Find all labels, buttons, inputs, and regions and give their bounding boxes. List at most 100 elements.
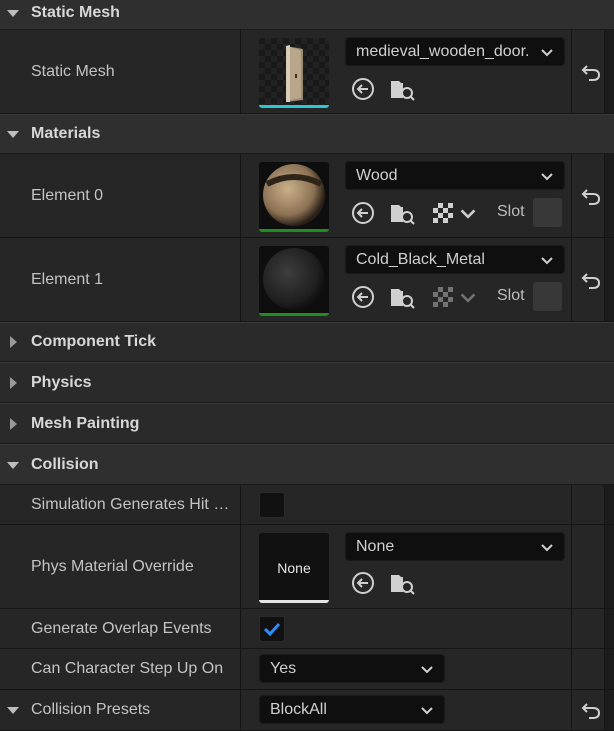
column-divider bbox=[571, 525, 572, 608]
browse-asset-icon[interactable] bbox=[389, 284, 415, 310]
column-divider bbox=[240, 485, 241, 524]
slot-box[interactable] bbox=[533, 282, 562, 311]
section-collision[interactable]: Collision bbox=[0, 444, 614, 485]
phys-material-combo[interactable]: None bbox=[345, 532, 565, 561]
texture-checker-icon[interactable] bbox=[430, 284, 456, 310]
chevron-down-icon[interactable] bbox=[459, 204, 477, 222]
section-title: Static Mesh bbox=[31, 4, 120, 21]
property-material-element-0: Element 0 Wood Slot bbox=[0, 154, 614, 238]
property-generate-overlap-events: Generate Overlap Events bbox=[0, 609, 614, 649]
texture-checker-icon[interactable] bbox=[430, 200, 456, 226]
step-up-combo[interactable]: Yes bbox=[259, 654, 445, 683]
combo-value: Yes bbox=[270, 659, 297, 677]
property-sim-generates-hit-events: Simulation Generates Hit Events bbox=[0, 485, 614, 525]
material-thumbnail[interactable] bbox=[259, 162, 329, 232]
property-collision-presets: Collision Presets BlockAll bbox=[0, 690, 614, 731]
column-divider bbox=[571, 154, 572, 237]
asset-type-bar bbox=[259, 313, 329, 316]
property-label: Collision Presets bbox=[31, 701, 151, 718]
section-materials[interactable]: Materials bbox=[0, 114, 614, 154]
metal-sphere-icon bbox=[263, 248, 325, 310]
material-combo[interactable]: Wood bbox=[345, 161, 565, 190]
scrollbar-gutter bbox=[604, 238, 614, 321]
reset-to-default-icon[interactable] bbox=[580, 699, 602, 721]
column-divider bbox=[571, 485, 572, 524]
column-divider bbox=[240, 609, 241, 648]
browse-asset-icon[interactable] bbox=[389, 76, 415, 102]
section-physics[interactable]: Physics bbox=[0, 362, 614, 403]
column-divider bbox=[571, 30, 572, 113]
combo-value: medieval_wooden_door. bbox=[356, 42, 528, 60]
column-divider bbox=[240, 238, 241, 321]
browse-asset-icon[interactable] bbox=[389, 200, 415, 226]
use-selected-asset-icon[interactable] bbox=[350, 570, 376, 596]
section-component-tick[interactable]: Component Tick bbox=[0, 322, 614, 362]
combo-value: Wood bbox=[356, 166, 398, 184]
property-label: Can Character Step Up On bbox=[31, 660, 224, 677]
chevron-down-icon bbox=[421, 706, 433, 714]
column-divider bbox=[240, 690, 241, 730]
chevron-down-icon bbox=[541, 256, 553, 264]
use-selected-asset-icon[interactable] bbox=[350, 284, 376, 310]
chevron-down-icon bbox=[541, 48, 553, 56]
reset-to-default-icon[interactable] bbox=[580, 185, 602, 207]
section-static-mesh[interactable]: Static Mesh bbox=[0, 0, 614, 30]
chevron-down-icon bbox=[541, 543, 553, 551]
section-mesh-painting[interactable]: Mesh Painting bbox=[0, 403, 614, 444]
scrollbar-gutter bbox=[604, 30, 614, 113]
use-selected-asset-icon[interactable] bbox=[350, 76, 376, 102]
material-combo[interactable]: Cold_Black_Metal bbox=[345, 245, 565, 274]
column-divider bbox=[240, 649, 241, 689]
collision-presets-combo[interactable]: BlockAll bbox=[259, 695, 445, 724]
reset-to-default-icon[interactable] bbox=[580, 61, 602, 83]
scrollbar-gutter bbox=[604, 485, 614, 524]
slot-label: Slot bbox=[497, 287, 525, 304]
property-phys-material-override: Phys Material Override None None bbox=[0, 525, 614, 609]
slot-box[interactable] bbox=[533, 198, 562, 227]
static-mesh-combo[interactable]: medieval_wooden_door. bbox=[345, 37, 565, 66]
overlap-checkbox[interactable] bbox=[259, 616, 285, 642]
use-selected-asset-icon[interactable] bbox=[350, 200, 376, 226]
scrollbar-gutter bbox=[604, 609, 614, 648]
column-divider bbox=[240, 30, 241, 113]
collapsed-arrow-icon bbox=[10, 336, 17, 348]
asset-type-bar bbox=[259, 600, 329, 603]
section-title: Materials bbox=[31, 125, 101, 142]
column-divider bbox=[240, 154, 241, 237]
expanded-arrow-icon[interactable] bbox=[6, 703, 20, 717]
column-divider bbox=[571, 238, 572, 321]
combo-value: None bbox=[356, 537, 395, 555]
property-label: Static Mesh bbox=[31, 62, 115, 80]
scrollbar-gutter bbox=[604, 525, 614, 608]
material-thumbnail[interactable] bbox=[259, 246, 329, 316]
combo-value: BlockAll bbox=[270, 700, 327, 718]
collapsed-arrow-icon bbox=[10, 376, 17, 389]
scrollbar-gutter bbox=[604, 690, 614, 730]
wood-sphere-icon bbox=[263, 164, 325, 226]
section-title: Collision bbox=[31, 455, 99, 473]
door-preview-icon bbox=[286, 45, 303, 102]
section-title: Mesh Painting bbox=[31, 414, 140, 432]
section-title: Component Tick bbox=[31, 333, 157, 350]
sim-hit-checkbox[interactable] bbox=[259, 492, 285, 518]
phys-material-thumbnail[interactable]: None bbox=[259, 533, 329, 603]
asset-type-bar bbox=[259, 105, 329, 108]
property-static-mesh: Static Mesh medieval_wooden_door. bbox=[0, 30, 614, 114]
property-material-element-1: Element 1 Cold_Black_Metal Slot bbox=[0, 238, 614, 322]
expanded-arrow-icon bbox=[7, 461, 19, 469]
chevron-down-icon bbox=[421, 665, 433, 673]
collapsed-arrow-icon bbox=[10, 417, 17, 430]
reset-to-default-icon[interactable] bbox=[580, 269, 602, 291]
property-label: Generate Overlap Events bbox=[31, 619, 212, 637]
property-can-character-step-up-on: Can Character Step Up On Yes bbox=[0, 649, 614, 690]
static-mesh-thumbnail[interactable] bbox=[259, 38, 329, 108]
slot-label: Slot bbox=[497, 203, 525, 220]
chevron-down-icon[interactable] bbox=[459, 288, 477, 306]
property-label: Phys Material Override bbox=[31, 557, 194, 575]
scrollbar-gutter bbox=[604, 154, 614, 237]
scrollbar-gutter bbox=[604, 649, 614, 689]
expanded-arrow-icon bbox=[7, 10, 19, 17]
column-divider bbox=[571, 609, 572, 648]
browse-asset-icon[interactable] bbox=[389, 570, 415, 596]
column-divider bbox=[240, 525, 241, 608]
